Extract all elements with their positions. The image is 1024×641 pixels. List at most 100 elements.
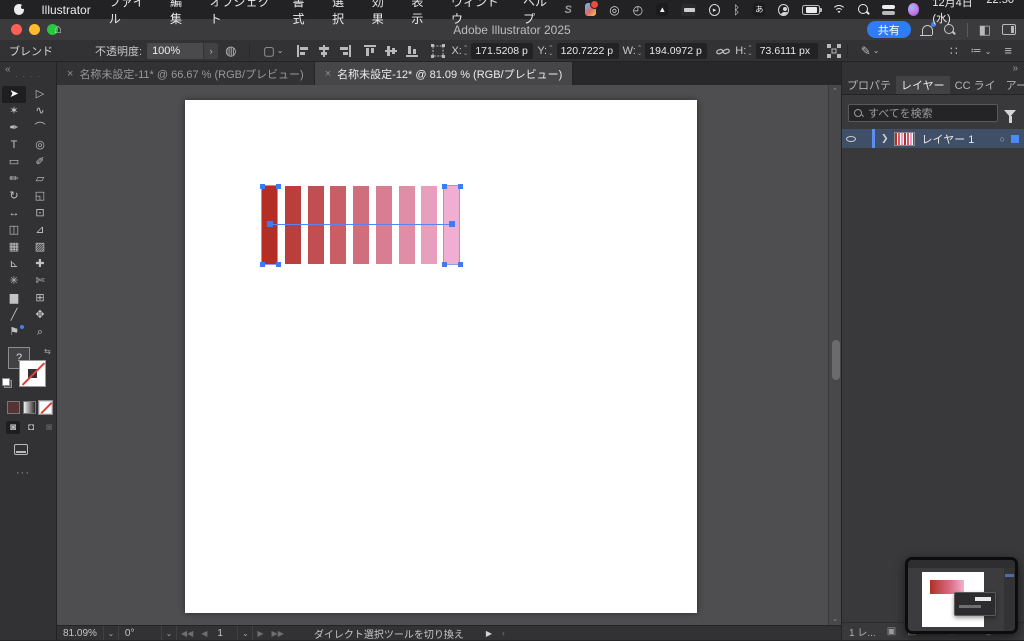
edit-toolbar-icon[interactable]: ··· [0, 467, 56, 479]
mesh-tool[interactable]: ▦ [2, 239, 26, 256]
disclosure-chevron-icon[interactable]: ❯ [881, 133, 889, 144]
artboard-number[interactable]: 1 [211, 626, 237, 640]
blend-bar[interactable] [308, 186, 324, 264]
rectangle-tool[interactable]: ▭ [2, 154, 26, 171]
document-tab[interactable]: × 名称未設定-12* @ 81.09 % (RGB/プレビュー) [315, 62, 574, 85]
gradient-button[interactable] [23, 401, 36, 414]
lasso-tool[interactable]: ∿ [28, 103, 52, 120]
last-artboard-icon[interactable]: ▶▶ [268, 629, 288, 638]
blend-bar[interactable] [330, 186, 346, 264]
layer-row[interactable]: ❯ レイヤー 1 ○ [842, 129, 1024, 148]
pen-tool[interactable]: ✒ [2, 120, 26, 137]
scroll-down-icon[interactable]: ⌄ [829, 615, 841, 623]
window-app-icon[interactable] [681, 4, 696, 16]
blend-spine[interactable] [270, 224, 452, 225]
free-transform-tool[interactable]: ⊡ [28, 205, 52, 222]
blend-bar[interactable] [421, 186, 437, 264]
align-top-icon[interactable] [364, 45, 376, 57]
align-left-icon[interactable] [297, 45, 309, 57]
s-logo-icon[interactable]: S [564, 4, 571, 16]
notifications-bell-icon[interactable] [922, 25, 933, 35]
magic-wand-tool[interactable]: ✶ [2, 103, 26, 120]
align-bottom-icon[interactable] [406, 45, 418, 57]
color-button[interactable] [7, 401, 20, 414]
dots-grid-icon[interactable]: ∷ [950, 44, 958, 58]
battery-icon[interactable] [802, 5, 820, 15]
close-tab-icon[interactable]: × [325, 68, 331, 80]
transform-corners-icon[interactable] [827, 44, 841, 58]
status-play-icon[interactable]: ▶ [486, 629, 492, 638]
swirl-icon[interactable]: ◎ [609, 3, 619, 17]
next-artboard-icon[interactable]: ▶ [253, 629, 267, 638]
spotlight-search-icon[interactable] [858, 4, 869, 16]
paintbrush-tool[interactable]: ✐ [28, 154, 52, 171]
target-circle-icon[interactable]: ○ [1000, 134, 1005, 144]
scale-tool[interactable]: ◱ [28, 188, 52, 205]
shape-builder-tool[interactable]: ◫ [2, 222, 26, 239]
blend-bar[interactable] [399, 186, 415, 264]
rotation-angle[interactable]: 0° [119, 626, 161, 640]
w-stepper[interactable]: ⌃⌄ [637, 46, 642, 56]
zoom-level[interactable]: 81.09% [57, 626, 103, 640]
panel-tab[interactable]: CC ライ [950, 76, 1001, 94]
stroke-color-indicator[interactable] [19, 360, 46, 387]
align-middle-icon[interactable] [385, 45, 397, 57]
play-circle-icon[interactable]: ▸ [709, 4, 720, 16]
opacity-dropdown-icon[interactable]: › [203, 43, 218, 59]
artboard-dropdown-icon[interactable]: ⌄ [237, 626, 253, 640]
panel-layout-icon[interactable] [1002, 24, 1016, 35]
anchor-point[interactable] [276, 184, 281, 189]
expand-panels-icon[interactable]: » [1012, 63, 1018, 74]
scrollbar-thumb[interactable] [832, 340, 840, 380]
layer-thumbnail[interactable] [894, 132, 915, 146]
menu-item[interactable]: ファイル [100, 0, 161, 27]
artboard-tool[interactable]: ⊞ [28, 290, 52, 307]
anchor-point[interactable] [260, 184, 265, 189]
notification-badge-app-icon[interactable] [585, 3, 596, 16]
menu-item[interactable]: 表示 [402, 0, 442, 27]
angle-dropdown-icon[interactable]: ⌄ [161, 626, 177, 640]
perspective-grid-tool[interactable]: ⊿ [28, 222, 52, 239]
status-collapse-icon[interactable]: ‹ [502, 628, 505, 638]
spine-handle[interactable] [267, 221, 273, 227]
ime-input-icon[interactable]: あ [753, 3, 765, 16]
knife-tool[interactable]: ╱ [2, 307, 26, 324]
selection-indicator[interactable] [1011, 135, 1019, 143]
menu-item[interactable]: ヘルプ [514, 0, 564, 27]
align-center-icon[interactable] [318, 45, 330, 57]
h-stepper[interactable]: ⌃⌄ [747, 46, 752, 56]
hand-tool[interactable]: ✥ [28, 307, 52, 324]
prev-artboard-icon[interactable]: ◀ [197, 629, 211, 638]
blend-bar[interactable] [376, 186, 392, 264]
width-tool[interactable]: ↔ [2, 205, 26, 222]
recolor-artwork-icon[interactable]: ◍ [225, 43, 236, 59]
list-options-icon[interactable]: ≔ ⌄ [971, 44, 992, 57]
shape-options-icon[interactable]: ▢⌄ [263, 44, 283, 58]
h-input[interactable]: 73.6111 px [756, 43, 818, 59]
anchor-point[interactable] [458, 184, 463, 189]
swap-fill-stroke-icon[interactable]: ⇆ [44, 347, 51, 356]
spine-handle[interactable] [449, 221, 455, 227]
align-right-icon[interactable] [339, 45, 351, 57]
y-stepper[interactable]: ⌃⌄ [548, 46, 553, 56]
anchor-point[interactable] [276, 262, 281, 267]
filter-funnel-icon[interactable] [1004, 110, 1016, 117]
scroll-up-icon[interactable]: ⌃ [829, 87, 841, 95]
bluetooth-icon[interactable]: ᛒ [733, 3, 740, 17]
panel-tab[interactable]: アートボ [1001, 76, 1024, 94]
vertical-scrollbar[interactable]: ⌃ ⌄ [828, 85, 841, 625]
apple-menu-icon[interactable] [14, 4, 24, 15]
w-input[interactable]: 194.0972 p [645, 43, 707, 59]
hamburger-menu-icon[interactable]: ≡ [1004, 43, 1012, 58]
anchor-point[interactable] [442, 262, 447, 267]
document-tab[interactable]: × 名称未設定-11* @ 66.67 % (RGB/プレビュー) [57, 62, 315, 85]
spiral-tool[interactable]: ◎ [28, 137, 52, 154]
slice-tool[interactable]: ✄ [28, 273, 52, 290]
x-stepper[interactable]: ⌃⌄ [463, 46, 468, 56]
panel-tab[interactable]: レイヤー [896, 76, 950, 94]
menu-clock[interactable]: 12月4日(水) 22:50 [932, 0, 1014, 26]
eyedropper-tool[interactable]: ✚ [28, 256, 52, 273]
siri-icon[interactable] [908, 3, 919, 16]
screenshot-preview-thumbnail[interactable] [905, 557, 1018, 634]
panel-tab[interactable]: プロパテ [842, 76, 896, 94]
